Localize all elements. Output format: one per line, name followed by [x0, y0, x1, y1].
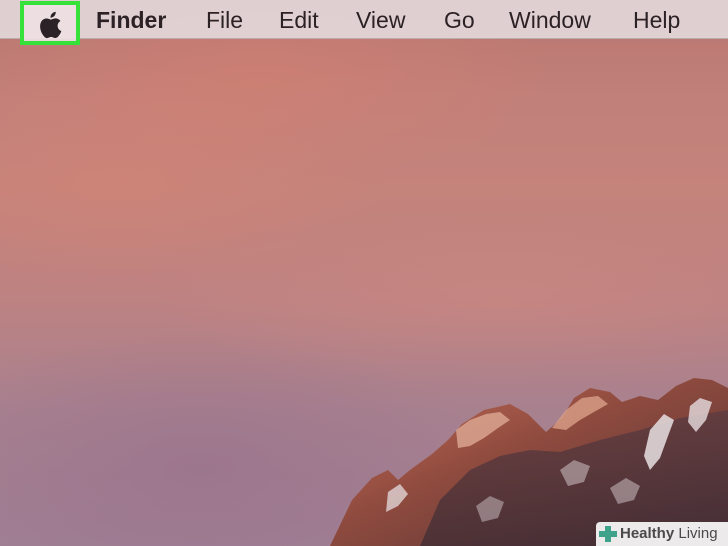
menu-finder[interactable]: Finder — [96, 5, 166, 35]
apple-menu-button[interactable] — [20, 1, 80, 45]
apple-logo-icon — [40, 11, 62, 39]
menu-bar: Finder File Edit View Go Window Help — [0, 0, 728, 45]
watermark-brand: Healthy — [620, 525, 675, 542]
menu-window[interactable]: Window — [509, 5, 591, 35]
desktop-wallpaper — [0, 0, 728, 546]
menu-edit[interactable]: Edit — [279, 5, 319, 35]
health-cross-icon — [599, 526, 617, 542]
mountain-wallpaper-image — [330, 378, 728, 546]
menu-go[interactable]: Go — [444, 5, 475, 35]
watermark-badge: Healthy Living — [596, 522, 728, 546]
watermark-text: Healthy Living — [620, 522, 718, 546]
watermark-suffix: Living — [674, 525, 718, 542]
menu-help[interactable]: Help — [633, 5, 680, 35]
menu-file[interactable]: File — [206, 5, 243, 35]
menu-view[interactable]: View — [356, 5, 405, 35]
